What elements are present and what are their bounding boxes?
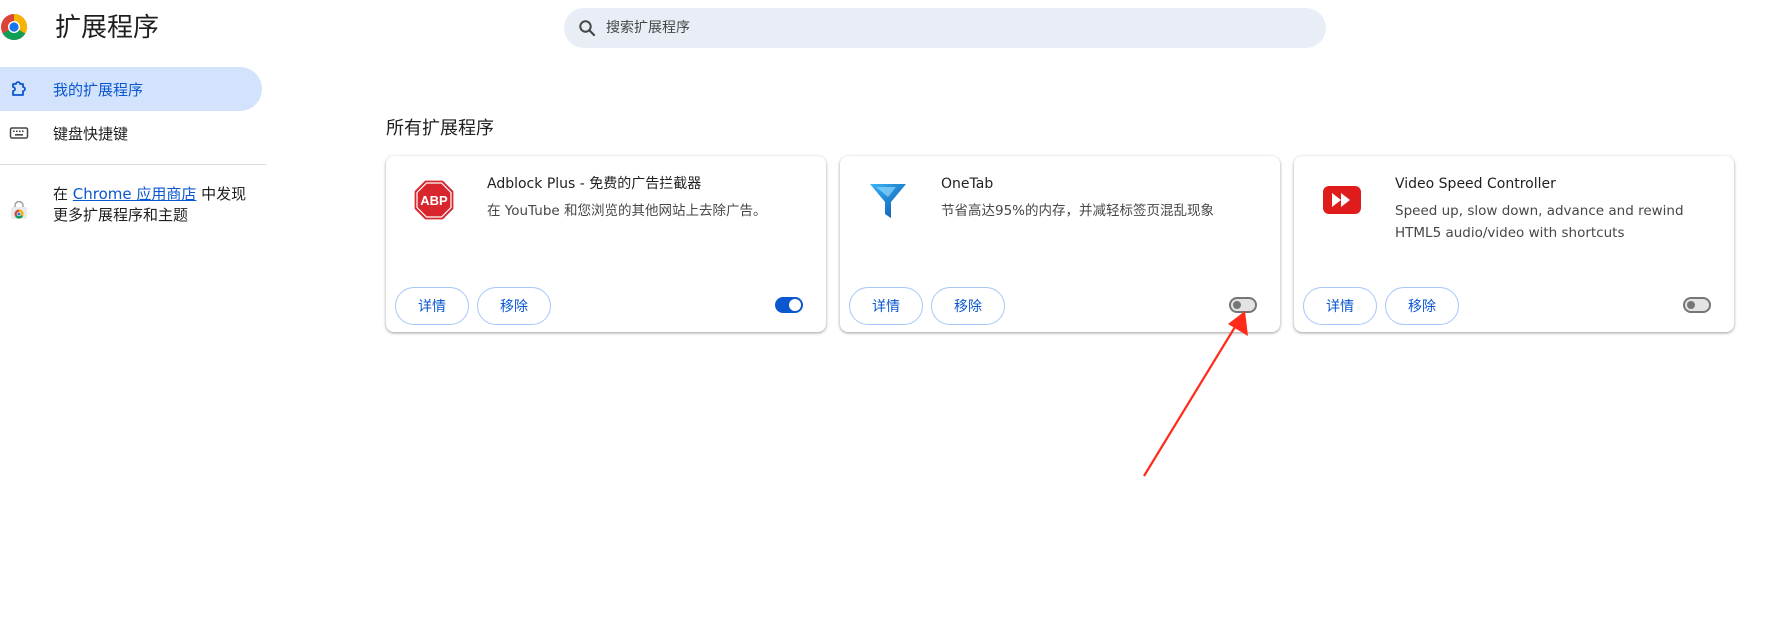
store-prefix-text: 在: [53, 185, 73, 203]
details-button[interactable]: 详情: [849, 287, 923, 325]
search-icon: [579, 20, 596, 37]
enable-toggle[interactable]: [1683, 297, 1711, 313]
abp-icon: ABP: [413, 179, 455, 221]
extension-name: Adblock Plus - 免费的广告拦截器: [487, 176, 702, 192]
toggle-knob: [1687, 301, 1695, 309]
section-title: 所有扩展程序: [386, 118, 494, 139]
sidebar-item-keyboard-shortcuts[interactable]: 键盘快捷键: [0, 111, 262, 155]
extension-icon: [12, 81, 26, 96]
remove-button[interactable]: 移除: [1385, 287, 1459, 325]
abp-icon-text: ABP: [420, 193, 448, 208]
chrome-web-store-link[interactable]: Chrome 应用商店: [73, 185, 197, 203]
extension-description: 节省高达95%的内存，并减轻标签页混乱现象: [941, 203, 1215, 219]
video-speed-icon: [1323, 186, 1361, 214]
extension-name: OneTab: [941, 176, 994, 192]
chrome-web-store-icon: [11, 201, 27, 219]
sidebar-item-label: 键盘快捷键: [53, 124, 129, 143]
extension-name: Video Speed Controller: [1395, 176, 1556, 192]
annotation-arrow: [1143, 311, 1248, 477]
web-store-promo: 在 Chrome 应用商店 中发现更多扩展程序和主题: [53, 184, 258, 226]
extension-card-adblock-plus: ABP Adblock Plus - 免费的广告拦截器 在 YouTube 和您…: [386, 156, 826, 332]
keyboard-icon: [9, 127, 29, 139]
onetab-funnel-icon: [870, 184, 906, 218]
extension-card-onetab: OneTab 节省高达95%的内存，并减轻标签页混乱现象 详情 移除: [840, 156, 1280, 332]
extension-card-video-speed-controller: Video Speed Controller Speed up, slow do…: [1294, 156, 1734, 332]
sidebar-item-my-extensions[interactable]: 我的扩展程序: [0, 67, 262, 111]
enable-toggle[interactable]: [775, 297, 803, 313]
chrome-logo-icon: [1, 14, 28, 41]
remove-button[interactable]: 移除: [931, 287, 1005, 325]
page-title: 扩展程序: [55, 13, 160, 43]
search-input[interactable]: [604, 19, 1308, 37]
toggle-knob: [789, 299, 801, 311]
toggle-knob: [1233, 301, 1241, 309]
extension-description: Speed up, slow down, advance and rewind …: [1395, 203, 1684, 241]
details-button[interactable]: 详情: [1303, 287, 1377, 325]
details-button[interactable]: 详情: [395, 287, 469, 325]
extension-description: 在 YouTube 和您浏览的其他网站上去除广告。: [487, 203, 767, 219]
search-bar[interactable]: [564, 8, 1326, 48]
remove-button[interactable]: 移除: [477, 287, 551, 325]
sidebar-divider: [0, 164, 266, 165]
sidebar-item-label: 我的扩展程序: [53, 80, 144, 99]
